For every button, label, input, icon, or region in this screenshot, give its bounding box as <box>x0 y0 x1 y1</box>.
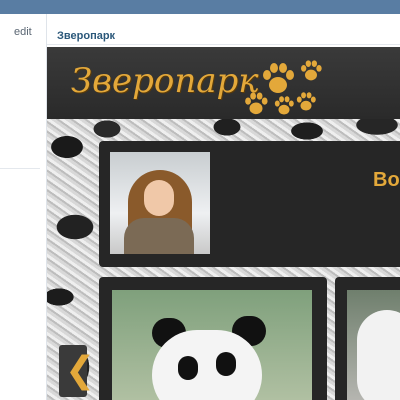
carousel-prev-button[interactable]: ❮ <box>59 345 95 397</box>
photo-face <box>144 180 174 216</box>
panda-head <box>152 330 262 400</box>
paw-print-icon <box>295 91 317 113</box>
chevron-left-icon: ❮ <box>65 350 96 391</box>
left-column <box>0 14 46 400</box>
paw-print-icon <box>243 91 269 117</box>
profile-name: Во <box>373 169 400 191</box>
panda-eye <box>216 352 236 376</box>
header-banner: Зверопарк <box>47 47 400 119</box>
panda-photo[interactable] <box>112 290 312 400</box>
paw-print-icon <box>273 95 295 117</box>
profile-photo[interactable] <box>110 152 210 254</box>
paw-print-icon <box>299 59 323 83</box>
left-divider <box>0 168 40 169</box>
page-title: Зверопарк <box>57 30 116 42</box>
banner-title: Зверопарк <box>71 61 259 101</box>
animal-photo[interactable] <box>347 290 400 400</box>
title-underline <box>47 44 400 45</box>
edit-link[interactable]: edit <box>14 26 32 38</box>
wiki-content: Зверопарк Во ❮ <box>47 47 400 400</box>
animal-body <box>357 310 400 400</box>
top-bar <box>0 0 400 14</box>
photo-body <box>124 218 194 254</box>
panda-eye <box>178 356 198 380</box>
